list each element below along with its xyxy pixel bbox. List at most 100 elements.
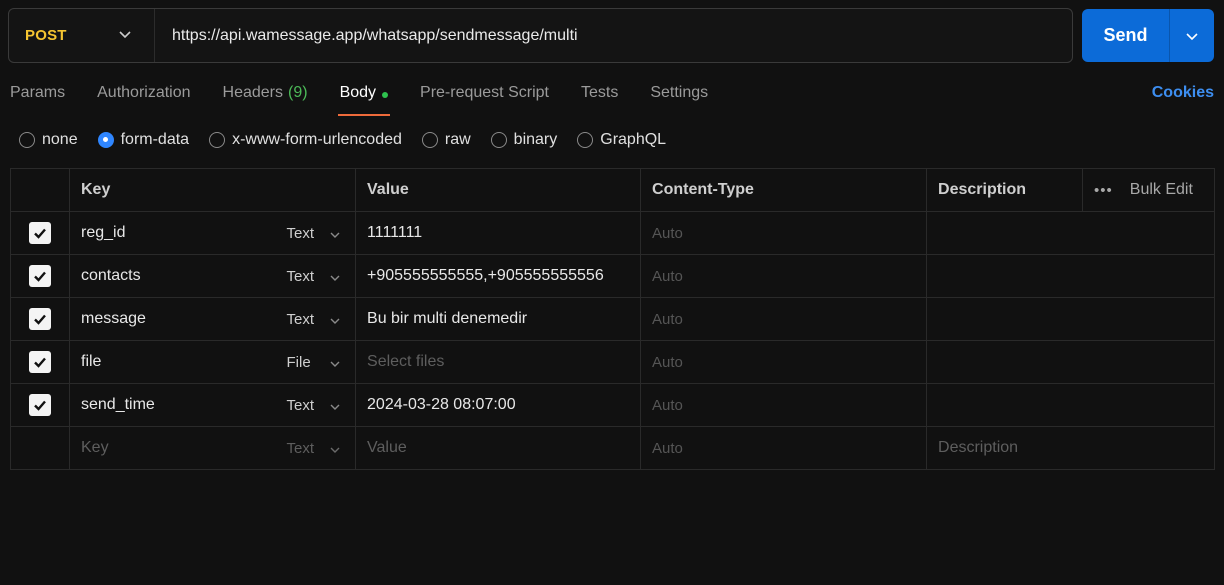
radio-circle[interactable] [209, 132, 226, 148]
radio-label: GraphQL [600, 131, 667, 148]
type-selector[interactable]: Text [275, 211, 357, 255]
row-checkbox[interactable] [29, 265, 51, 287]
description-column-header: Description [926, 168, 1083, 212]
checkmark-icon [34, 400, 46, 411]
more-horizontal-icon[interactable]: ••• [1094, 182, 1113, 199]
tab-authorization[interactable]: Authorization [97, 80, 190, 116]
row-checkbox-cell [10, 297, 70, 341]
radio-raw[interactable]: raw [421, 131, 471, 149]
key-cell[interactable]: message [69, 297, 276, 341]
checkmark-icon [34, 314, 46, 325]
checkmark-icon [34, 271, 46, 282]
tab-params[interactable]: Params [10, 80, 65, 116]
new-value-input[interactable]: Value [355, 426, 642, 470]
type-label: Text [286, 396, 315, 414]
radio-none[interactable]: none [19, 131, 78, 149]
tab-label: Params [10, 84, 66, 101]
table-header-row: Key Value Content-Type Description ••• B… [10, 168, 1216, 212]
row-checkbox[interactable] [29, 351, 51, 373]
row-checkbox[interactable] [29, 394, 51, 416]
row-checkbox-cell [10, 426, 70, 470]
key-cell[interactable]: reg_id [69, 211, 276, 255]
radio-circle[interactable] [577, 132, 594, 148]
table-row: contacts Text +905555555555,+90555555555… [10, 254, 1216, 298]
content-type-column-header: Content-Type [640, 168, 928, 212]
method-selector[interactable]: POST [9, 9, 155, 62]
tab-headers[interactable]: Headers (9) [223, 80, 308, 116]
radio-form-data[interactable]: form-data [97, 131, 190, 149]
radio-circle[interactable] [97, 132, 114, 148]
description-cell[interactable] [926, 383, 1216, 427]
bulk-edit-controls: ••• Bulk Edit [1094, 181, 1214, 199]
description-cell[interactable] [926, 254, 1216, 298]
description-cell[interactable] [926, 340, 1216, 384]
tab-tests[interactable]: Tests [581, 80, 618, 116]
row-checkbox-cell [10, 254, 70, 298]
chevron-down-icon [330, 232, 339, 238]
table-row: file File Select files Auto [10, 340, 1216, 384]
new-description-input[interactable]: Description [926, 426, 1216, 470]
content-type-cell[interactable]: Auto [640, 383, 928, 427]
type-label: Text [286, 267, 315, 285]
body-type-selector: none form-data x-www-form-urlencoded raw… [19, 131, 686, 149]
key-cell[interactable]: send_time [69, 383, 276, 427]
chevron-down-icon [330, 275, 339, 281]
tab-pre-request-script[interactable]: Pre-request Script [420, 80, 549, 116]
value-cell[interactable]: Bu bir multi denemedir [355, 297, 642, 341]
tab-label: Body [339, 84, 377, 101]
radio-binary[interactable]: binary [490, 131, 557, 149]
request-tabs: Params Authorization Headers (9) Body Pr… [10, 80, 740, 116]
checkmark-icon [34, 228, 46, 239]
cookies-link[interactable]: Cookies [1152, 84, 1214, 102]
tab-settings[interactable]: Settings [650, 80, 708, 116]
radio-x-www-form-urlencoded[interactable]: x-www-form-urlencoded [209, 131, 402, 149]
new-param-row: Key Text Value Auto Description [10, 426, 1216, 470]
chevron-down-icon [330, 447, 339, 453]
headers-count-badge: (9) [288, 84, 308, 101]
value-cell[interactable]: 2024-03-28 08:07:00 [355, 383, 642, 427]
row-checkbox[interactable] [29, 222, 51, 244]
type-selector[interactable]: Text [275, 254, 357, 298]
content-type-cell[interactable]: Auto [640, 254, 928, 298]
form-data-table: Key Value Content-Type Description ••• B… [10, 168, 1216, 470]
content-type-cell[interactable]: Auto [640, 426, 928, 470]
body-indicator-dot [382, 92, 389, 98]
file-select-cell[interactable]: Select files [355, 340, 642, 384]
row-checkbox-cell [10, 383, 70, 427]
bulk-edit-button[interactable]: Bulk Edit [1130, 181, 1193, 199]
bulk-edit-cell: ••• Bulk Edit [1082, 168, 1216, 212]
type-selector[interactable]: Text [275, 297, 357, 341]
url-input[interactable] [155, 9, 1072, 62]
type-selector[interactable]: Text [275, 383, 357, 427]
chevron-down-icon [330, 361, 339, 367]
new-key-input[interactable]: Key [69, 426, 276, 470]
chevron-down-icon [330, 318, 339, 324]
radio-circle[interactable] [421, 132, 438, 148]
content-type-cell[interactable]: Auto [640, 297, 928, 341]
radio-graphql[interactable]: GraphQL [577, 131, 666, 149]
row-checkbox[interactable] [29, 308, 51, 330]
key-cell[interactable]: contacts [69, 254, 276, 298]
checkbox-column-header [10, 168, 70, 212]
radio-circle[interactable] [490, 132, 507, 148]
tab-body[interactable]: Body [337, 80, 391, 116]
send-button[interactable]: Send [1082, 9, 1170, 62]
radio-label: form-data [120, 131, 190, 148]
tab-label: Settings [650, 84, 709, 101]
row-checkbox-cell [10, 340, 70, 384]
value-column-header: Value [355, 168, 642, 212]
content-type-cell[interactable]: Auto [640, 340, 928, 384]
type-selector[interactable]: Text [275, 426, 357, 470]
radio-circle[interactable] [19, 132, 35, 148]
key-cell[interactable]: file [69, 340, 276, 384]
value-cell[interactable]: 1111111 [355, 211, 642, 255]
send-options-button[interactable] [1170, 9, 1214, 62]
type-selector[interactable]: File [275, 340, 357, 384]
description-cell[interactable] [926, 211, 1216, 255]
value-cell[interactable]: +905555555555,+905555555556 [355, 254, 642, 298]
type-label: File [286, 353, 311, 371]
tab-label: Pre-request Script [420, 84, 549, 101]
description-cell[interactable] [926, 297, 1216, 341]
content-type-cell[interactable]: Auto [640, 211, 928, 255]
request-url-bar: POST [8, 8, 1073, 63]
